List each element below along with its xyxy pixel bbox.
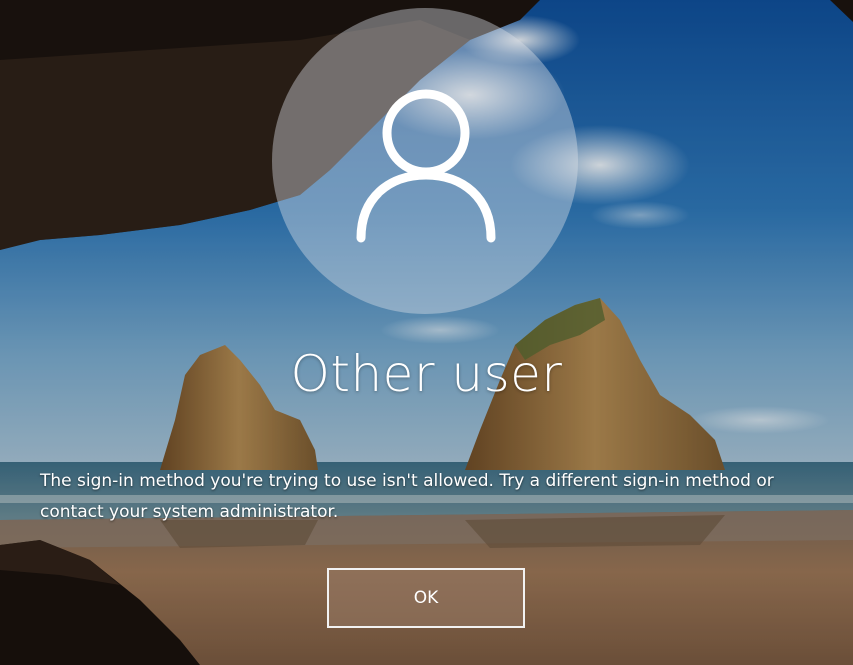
ok-button-label: OK bbox=[413, 588, 439, 608]
user-name: Other user bbox=[290, 345, 563, 403]
ok-button[interactable]: OK bbox=[327, 568, 525, 628]
error-message: The sign-in method you're trying to use … bbox=[40, 471, 774, 522]
user-silhouette-icon bbox=[356, 89, 496, 243]
